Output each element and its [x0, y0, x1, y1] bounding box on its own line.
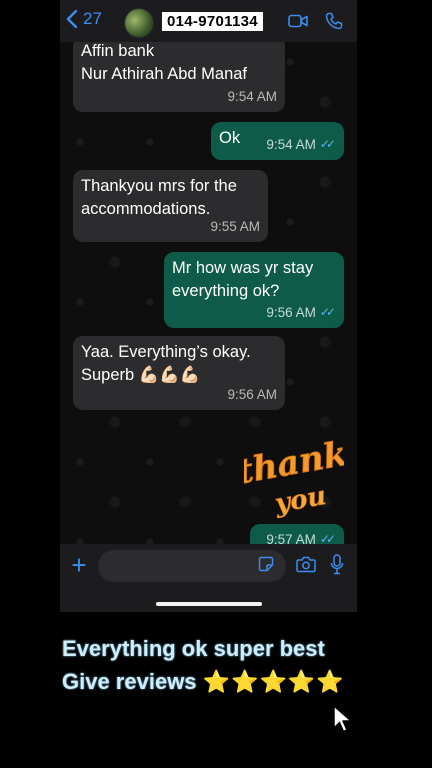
message-time: 9:54 AM ✓✓ [266, 133, 336, 156]
message-text: Thankyou mrs for the [81, 177, 237, 195]
attach-plus-button[interactable]: + [68, 552, 90, 578]
message-bubble-incoming[interactable]: Yaa. Everything’s okay. Superb 💪🏻💪🏻💪🏻 9:… [73, 336, 285, 410]
svg-text:you: you [272, 481, 329, 520]
message-time: 9:57 AM ✓✓ [266, 528, 336, 544]
message-time: 9:56 AM [227, 387, 277, 402]
thank-you-sticker[interactable]: thank you [244, 434, 344, 524]
caption-line-2: Give reviews ⭐⭐⭐⭐⭐ [62, 669, 382, 695]
message-text: everything ok? [172, 282, 280, 300]
message-time: 9:56 AM ✓✓ [266, 301, 336, 324]
pointer-cursor-icon [333, 705, 352, 733]
video-call-icon[interactable] [288, 14, 308, 28]
sticker-icon[interactable] [258, 556, 274, 572]
camera-icon[interactable] [296, 556, 316, 573]
caption-line-1: Everything ok super best [62, 636, 325, 661]
message-text: Nur Athirah Abd Manaf [81, 65, 248, 83]
message-bubble-incoming[interactable]: Affin bank Nur Athirah Abd Manaf 9:54 AM [73, 42, 285, 112]
read-ticks-icon: ✓✓ [319, 532, 336, 544]
message-time: 9:54 AM [227, 89, 277, 104]
message-bubble-incoming[interactable]: Thankyou mrs for the accommodations. 9:5… [73, 170, 268, 242]
message-time: 9:55 AM [210, 219, 260, 234]
unread-count: 27 [83, 9, 102, 28]
message-text: Mr how was yr stay [172, 259, 314, 277]
back-button[interactable]: 27 [66, 9, 102, 29]
chat-header: 27 014-9701134 [60, 0, 357, 42]
message-list[interactable]: Affin bank Nur Athirah Abd Manaf 9:54 AM… [60, 42, 357, 544]
message-bubble-outgoing[interactable]: 9:57 AM ✓✓ [250, 524, 344, 544]
svg-text:thank: thank [244, 434, 344, 492]
read-ticks-icon: ✓✓ [319, 137, 336, 151]
message-bubble-outgoing[interactable]: Mr how was yr stay everything ok? 9:56 A… [164, 252, 344, 328]
message-bubble-outgoing[interactable]: Ok 9:54 AM ✓✓ [211, 122, 344, 160]
five-star-rating: ⭐⭐⭐⭐⭐ [202, 669, 345, 694]
phone-screen: 27 014-9701134 Affin bank Nur Athirah Ab… [60, 0, 357, 612]
microphone-icon[interactable] [330, 554, 344, 575]
read-ticks-icon: ✓✓ [319, 305, 336, 319]
home-indicator [156, 602, 262, 606]
avatar[interactable] [124, 8, 154, 38]
chevron-left-icon [66, 10, 78, 28]
message-text: Yaa. Everything’s okay. [81, 343, 251, 361]
message-text: Affin bank [81, 42, 155, 60]
message-composer: + [60, 544, 357, 612]
caption-text: Give reviews [62, 669, 197, 694]
contact-name[interactable]: 014-9701134 [162, 12, 263, 31]
phone-call-icon[interactable] [325, 12, 343, 30]
